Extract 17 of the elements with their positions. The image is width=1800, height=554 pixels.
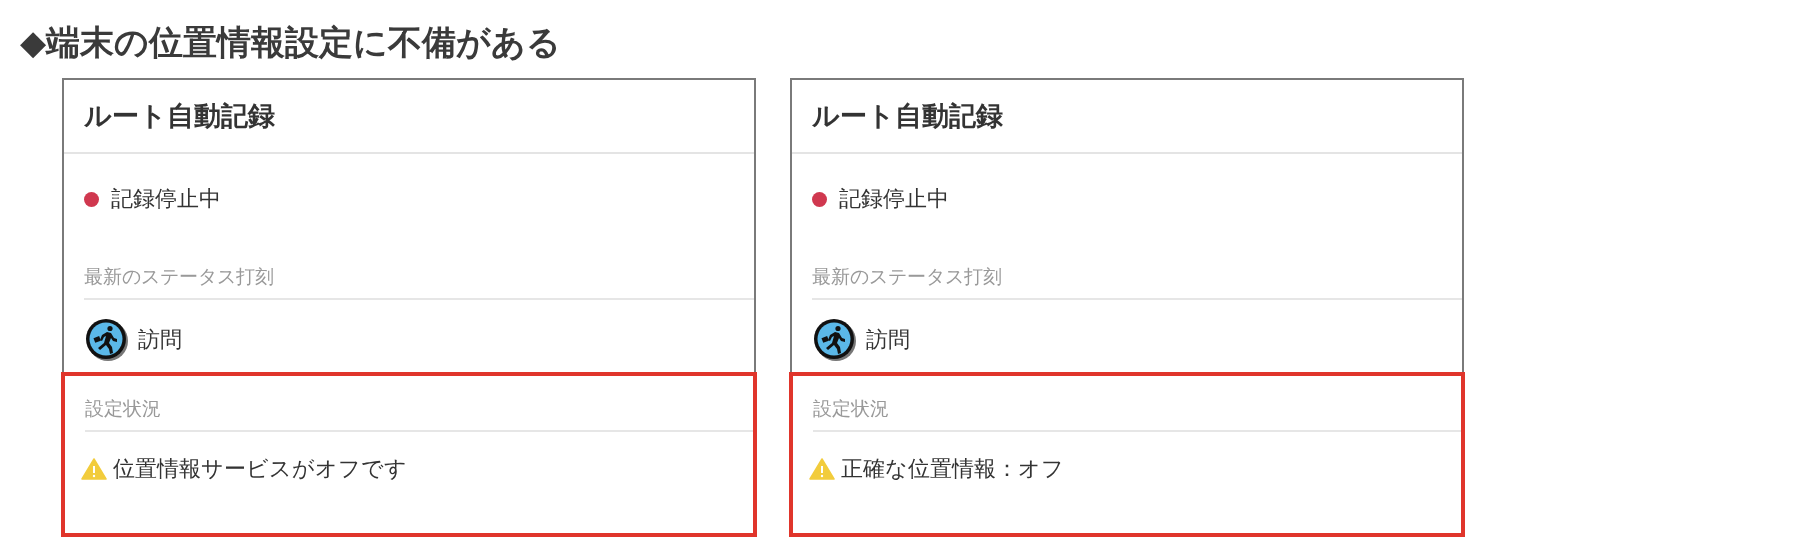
status-text: 記録停止中	[839, 185, 949, 213]
warning-text: 正確な位置情報：オフ	[841, 455, 1064, 483]
warning-icon	[809, 458, 835, 480]
warning-text: 位置情報サービスがオフです	[113, 455, 407, 483]
page-heading: ◆端末の位置情報設定に不備がある	[20, 21, 563, 64]
status-text: 記録停止中	[111, 185, 221, 213]
status-name: 訪問	[138, 326, 182, 354]
section-label: 最新のステータス打刻	[812, 224, 1462, 300]
status-name: 訪問	[866, 326, 910, 354]
runner-icon	[812, 317, 858, 363]
section-label: 設定状況	[813, 390, 1461, 432]
section-label: 設定状況	[85, 390, 753, 432]
panel-title: ルート自動記録	[84, 99, 275, 133]
runner-icon	[84, 317, 130, 363]
panel-title: ルート自動記録	[812, 99, 1003, 133]
section-label: 最新のステータス打刻	[84, 224, 754, 300]
warning-icon	[81, 458, 107, 480]
